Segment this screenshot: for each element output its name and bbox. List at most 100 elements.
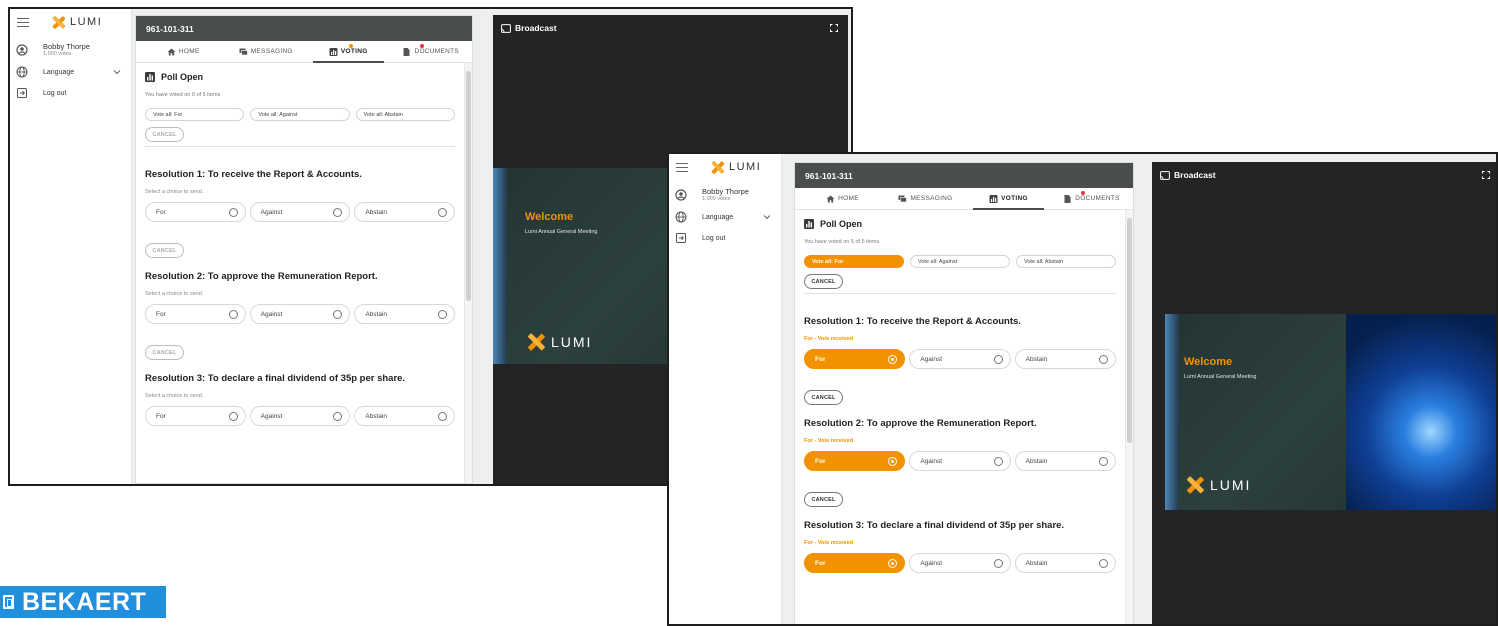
tab-voting[interactable]: VOTING — [967, 188, 1050, 210]
tab-home[interactable]: HOME — [142, 41, 225, 62]
choice-against[interactable]: Against — [249, 304, 351, 324]
resolution-1: Resolution 1: To receive the Report & Ac… — [145, 169, 456, 258]
radio-selected-icon — [888, 558, 898, 568]
choice-against[interactable]: Against — [249, 202, 351, 222]
resolution-title: Resolution 2: To approve the Remuneratio… — [804, 418, 1037, 429]
choice-label: Against — [920, 559, 943, 567]
cancel-button[interactable]: CANCEL — [145, 243, 184, 258]
fullscreen-icon[interactable] — [1482, 171, 1490, 179]
resolution-2: Resolution 2: To approve the Remuneratio… — [145, 271, 456, 360]
lumi-x-icon — [709, 160, 726, 174]
vote-all-abstain-button[interactable]: Vote all: Abstain — [355, 108, 455, 121]
vote-all-for-button[interactable]: Vote all: For — [145, 108, 245, 121]
menu-icon[interactable] — [17, 17, 29, 27]
tab-messaging[interactable]: MESSAGING — [884, 188, 967, 209]
video-graphic — [493, 168, 507, 364]
logout-icon — [17, 88, 27, 98]
tab-messaging-label: MESSAGING — [910, 195, 953, 202]
vote-all-against-button[interactable]: Vote all: Against — [910, 255, 1010, 268]
lumi-logo: LUMI — [50, 15, 102, 29]
voted-count: You have voted on 0 of 5 items — [145, 92, 221, 98]
user-name: Bobby Thorpe — [43, 42, 90, 51]
scrollbar[interactable] — [464, 63, 472, 483]
choice-abstain[interactable]: Abstain — [354, 406, 456, 426]
tab-voting[interactable]: VOTING — [307, 41, 390, 63]
tab-bar: HOME MESSAGING VOTING DOCUMENTS — [136, 41, 472, 63]
choice-abstain[interactable]: Abstain — [1014, 553, 1116, 573]
choice-label: For — [156, 310, 166, 318]
user-profile[interactable]: Bobby Thorpe 1,000 votes — [10, 42, 131, 57]
choice-group: For Against Abstain — [145, 202, 456, 222]
radio-icon — [333, 411, 343, 421]
resolution-status: For - Vote received — [804, 438, 854, 444]
choice-for[interactable]: For — [804, 451, 906, 471]
logout-item[interactable]: Log out — [669, 232, 781, 244]
choice-abstain[interactable]: Abstain — [354, 304, 456, 324]
choice-label: Against — [260, 310, 283, 318]
choice-label: For — [815, 355, 826, 363]
cancel-button[interactable]: CANCEL — [804, 492, 843, 507]
cancel-button[interactable]: CANCEL — [804, 390, 843, 405]
radio-icon — [1098, 558, 1108, 568]
language-selector[interactable]: Language — [669, 211, 781, 223]
screenshot-after-voting: LUMI Bobby Thorpe 1,000 votes Language L… — [667, 152, 1498, 626]
vote-all-for-button[interactable]: Vote all: For — [804, 255, 904, 268]
user-icon — [675, 188, 687, 201]
video-welcome: Welcome — [1184, 356, 1233, 368]
resolution-title: Resolution 1: To receive the Report & Ac… — [804, 316, 1021, 327]
scrollbar-thumb[interactable] — [466, 71, 471, 301]
choice-label: For — [815, 559, 826, 567]
radio-icon — [993, 456, 1003, 466]
logo-text: LUMI — [729, 161, 762, 173]
video-lumi-logo: LUMI — [525, 333, 592, 351]
choice-abstain[interactable]: Abstain — [1014, 451, 1116, 471]
language-selector[interactable]: Language — [10, 66, 131, 78]
tab-documents[interactable]: DOCUMENTS — [1050, 188, 1133, 209]
vote-all-abstain-button[interactable]: Vote all: Abstain — [1016, 255, 1116, 268]
video-player[interactable]: Welcome Lumi Annual General Meeting LUMI — [1165, 314, 1496, 510]
tab-messaging[interactable]: MESSAGING — [225, 41, 308, 62]
divider — [145, 146, 455, 147]
choice-against[interactable]: Against — [909, 451, 1011, 471]
choice-abstain[interactable]: Abstain — [1014, 349, 1116, 369]
menu-icon[interactable] — [676, 162, 688, 172]
fullscreen-icon[interactable] — [830, 24, 838, 32]
choice-label: Against — [260, 412, 283, 420]
home-icon — [826, 195, 835, 202]
choice-label: Against — [260, 208, 283, 216]
choice-for[interactable]: For — [145, 406, 246, 426]
home-icon — [167, 48, 176, 55]
meeting-id: 961-101-311 — [136, 16, 472, 41]
choice-for[interactable]: For — [145, 304, 246, 324]
scrollbar-thumb[interactable] — [1127, 218, 1132, 443]
voting-panel: 961-101-311 HOME MESSAGING VOTING DOCUME… — [135, 15, 473, 484]
choice-against[interactable]: Against — [909, 553, 1011, 573]
cancel-button[interactable]: CANCEL — [804, 274, 843, 289]
resolution-hint: Select a choice to send. — [145, 189, 204, 195]
user-profile[interactable]: Bobby Thorpe 1,000 votes — [669, 187, 781, 202]
scrollbar[interactable] — [1125, 210, 1133, 624]
radio-icon — [228, 207, 238, 217]
choice-for[interactable]: For — [804, 349, 906, 369]
chevron-down-icon — [763, 215, 771, 220]
bekaert-emblem-icon — [3, 595, 14, 609]
logout-item[interactable]: Log out — [10, 87, 131, 99]
choice-for[interactable]: For — [804, 553, 906, 573]
tab-documents[interactable]: DOCUMENTS — [390, 41, 473, 62]
radio-selected-icon — [888, 354, 898, 364]
choice-for[interactable]: For — [145, 202, 246, 222]
tab-messaging-label: MESSAGING — [250, 48, 293, 55]
video-lumi-logo: LUMI — [1184, 476, 1251, 494]
choice-against[interactable]: Against — [249, 406, 351, 426]
logout-label: Log out — [43, 89, 67, 97]
language-label: Language — [702, 213, 734, 221]
choice-against[interactable]: Against — [909, 349, 1011, 369]
choice-label: For — [156, 208, 166, 216]
tab-home[interactable]: HOME — [801, 188, 884, 209]
choice-abstain[interactable]: Abstain — [354, 202, 456, 222]
cancel-button[interactable]: CANCEL — [145, 127, 184, 142]
vote-all-against-button[interactable]: Vote all: Against — [250, 108, 350, 121]
chevron-down-icon — [113, 70, 121, 75]
tab-documents-label: DOCUMENTS — [1075, 195, 1120, 202]
cancel-button[interactable]: CANCEL — [145, 345, 184, 360]
